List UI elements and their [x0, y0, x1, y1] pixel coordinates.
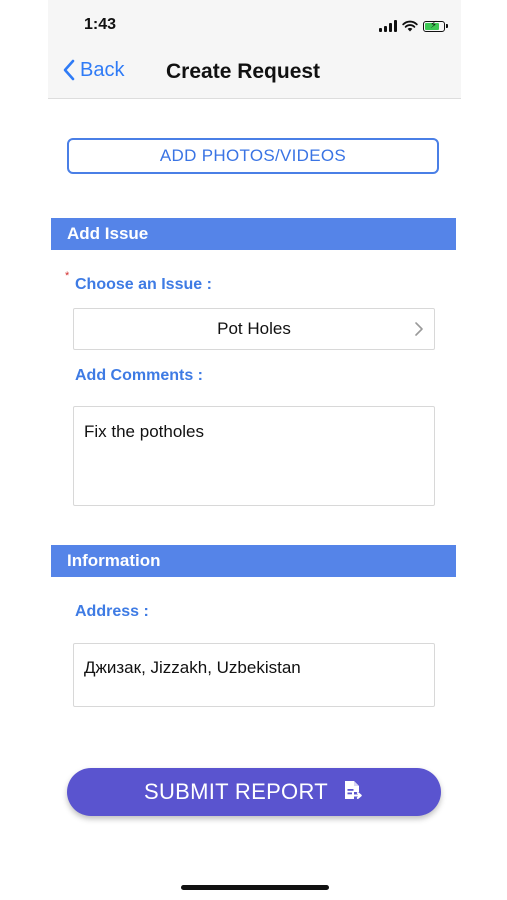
status-bar: 1:43 ⚡ — [48, 0, 461, 44]
back-label: Back — [80, 58, 125, 81]
charging-bolt-icon: ⚡ — [430, 19, 438, 31]
choose-issue-label: Choose an Issue : — [75, 276, 212, 293]
submit-report-label: SUBMIT REPORT — [143, 779, 328, 804]
phone-screen: 1:43 ⚡ Back Create Request ADD PHOTOS/VI… — [48, 0, 461, 900]
back-button[interactable]: Back — [62, 58, 124, 82]
status-time: 1:43 — [84, 16, 117, 33]
add-comments-label: Add Comments : — [75, 367, 203, 384]
home-indicator[interactable] — [181, 885, 329, 890]
required-indicator: * — [65, 270, 70, 282]
chevron-right-icon — [415, 322, 423, 336]
address-field[interactable]: Джизак, Jizzakh, Uzbekistan — [73, 643, 435, 707]
comments-textarea[interactable]: Fix the potholes — [73, 406, 435, 506]
cellular-signal-icon — [379, 20, 397, 32]
battery-charging-icon: ⚡ — [423, 19, 448, 32]
submit-report-button[interactable]: SUBMIT REPORT — [67, 768, 441, 816]
address-label: Address : — [75, 603, 149, 620]
page: 1:43 ⚡ Back Create Request ADD PHOTOS/VI… — [0, 0, 507, 900]
document-arrow-icon — [345, 781, 362, 799]
wifi-icon — [402, 20, 418, 32]
add-photos-videos-button[interactable]: ADD PHOTOS/VIDEOS — [67, 138, 439, 174]
section-header-information: Information — [51, 545, 456, 577]
status-icons: ⚡ — [379, 16, 448, 36]
issue-select[interactable]: Pot Holes — [73, 308, 435, 350]
page-title: Create Request — [166, 60, 321, 83]
navigation-bar: Back Create Request — [48, 44, 461, 99]
issue-select-value: Pot Holes — [217, 319, 291, 338]
chevron-left-icon — [63, 59, 75, 81]
section-header-add-issue: Add Issue — [51, 218, 456, 250]
